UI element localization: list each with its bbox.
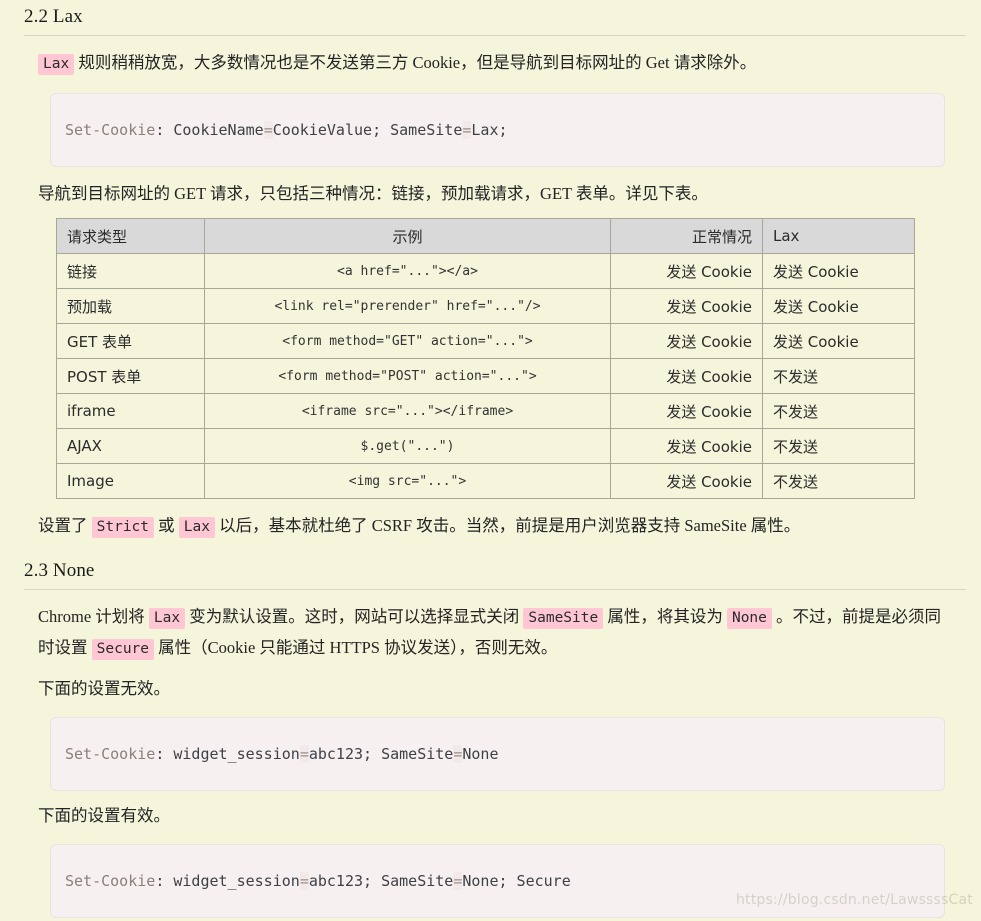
cell-request-type: 链接 — [56, 253, 205, 289]
cell-lax: 不发送 — [762, 428, 915, 464]
valid-setting-label: 下面的设置有效。 — [38, 806, 170, 825]
inline-code-lax: Lax — [38, 54, 75, 75]
code-token-value: CookieValue — [272, 121, 373, 139]
code-token-name: : widget_session — [155, 872, 300, 890]
none-text-mid2: 属性，将其设为 — [603, 607, 727, 626]
cell-normal: 发送 Cookie — [610, 463, 763, 499]
document-page: 2.2 Lax Lax 规则稍稍放宽，大多数情况也是不发送第三方 Cookie，… — [0, 0, 981, 921]
invalid-setting-label: 下面的设置无效。 — [38, 679, 170, 698]
none-text-post: 属性（Cookie 只能通过 HTTPS 协议发送），否则无效。 — [154, 638, 558, 657]
inline-code-secure: Secure — [91, 639, 155, 660]
table-row: 链接 <a href="..."></a> 发送 Cookie 发送 Cooki… — [56, 253, 915, 289]
none-text-mid1: 变为默认设置。这时，网站可以选择显式关闭 — [185, 607, 524, 626]
table-row: AJAX $.get("...") 发送 Cookie 不发送 — [56, 428, 915, 464]
cell-example: <iframe src="..."></iframe> — [204, 393, 611, 429]
cell-request-type: iframe — [56, 393, 205, 429]
cell-normal: 发送 Cookie — [610, 288, 763, 324]
table-row: 预加载 <link rel="prerender" href="..."/> 发… — [56, 288, 915, 324]
code-token-samesite: ; SameSite — [363, 745, 454, 763]
closing-text-pre: 设置了 — [38, 516, 92, 535]
code-token-samesite-value: Lax; — [471, 121, 508, 139]
inline-code-samesite: SameSite — [523, 608, 604, 629]
lax-intro-text: 规则稍稍放宽，大多数情况也是不发送第三方 Cookie，但是导航到目标网址的 G… — [74, 53, 757, 72]
code-token-name: : CookieName — [155, 121, 264, 139]
cell-example: <a href="..."></a> — [204, 253, 611, 289]
code-token-samesite: ; SameSite — [372, 121, 463, 139]
table-header-row: 请求类型 示例 正常情况 Lax — [56, 218, 915, 254]
column-header-lax: Lax — [762, 218, 915, 254]
none-text-pre: Chrome 计划将 — [38, 607, 149, 626]
table-row: POST 表单 <form method="POST" action="..."… — [56, 358, 915, 394]
inline-code-strict: Strict — [91, 517, 155, 538]
code-block-invalid-setting-content: Set-Cookie: widget_session=abc123; SameS… — [51, 744, 944, 764]
cell-lax: 发送 Cookie — [762, 288, 915, 324]
cell-example: <form method="GET" action="..."> — [204, 323, 611, 359]
lax-intro-paragraph: Lax 规则稍稍放宽，大多数情况也是不发送第三方 Cookie，但是导航到目标网… — [0, 36, 981, 79]
code-token-header: Set-Cookie — [65, 745, 156, 763]
page-title-none: 2.3 None — [24, 560, 95, 581]
cell-normal: 发送 Cookie — [610, 253, 763, 289]
code-block-invalid-setting: Set-Cookie: widget_session=abc123; SameS… — [50, 717, 945, 791]
inline-code-lax-2: Lax — [178, 517, 215, 538]
cell-example: <img src="..."> — [204, 463, 611, 499]
lax-closing-paragraph: 设置了 Strict 或 Lax 以后，基本就杜绝了 CSRF 攻击。当然，前提… — [0, 499, 981, 542]
table-body: 链接 <a href="..."></a> 发送 Cookie 发送 Cooki… — [56, 253, 915, 499]
code-token-eq1: = — [263, 121, 273, 139]
code-token-eq1: = — [299, 872, 309, 890]
cell-lax: 发送 Cookie — [762, 323, 915, 359]
inline-code-lax-3: Lax — [148, 608, 186, 629]
cell-request-type: POST 表单 — [56, 358, 205, 394]
cell-lax: 不发送 — [762, 393, 915, 429]
table-row: Image <img src="..."> 发送 Cookie 不发送 — [56, 463, 915, 499]
cell-normal: 发送 Cookie — [610, 323, 763, 359]
cell-normal: 发送 Cookie — [610, 393, 763, 429]
code-token-eq1: = — [299, 745, 309, 763]
code-block-setcookie-lax: Set-Cookie: CookieName=CookieValue; Same… — [50, 93, 945, 167]
code-token-value: abc123 — [308, 872, 364, 890]
closing-text-post: 以后，基本就杜绝了 CSRF 攻击。当然，前提是用户浏览器支持 SameSite… — [214, 516, 801, 535]
code-block-valid-setting: Set-Cookie: widget_session=abc123; SameS… — [50, 844, 945, 918]
code-block-setcookie-lax-content: Set-Cookie: CookieName=CookieValue; Same… — [51, 120, 944, 140]
inline-code-none: None — [726, 608, 772, 629]
code-token-header: Set-Cookie — [65, 872, 156, 890]
cell-normal: 发送 Cookie — [610, 428, 763, 464]
code-token-samesite-value: None; Secure — [462, 872, 571, 890]
code-token-samesite-value: None — [462, 745, 499, 763]
cell-normal: 发送 Cookie — [610, 358, 763, 394]
code-token-samesite: ; SameSite — [363, 872, 454, 890]
cell-example: <form method="POST" action="..."> — [204, 358, 611, 394]
samesite-request-table: 请求类型 示例 正常情况 Lax 链接 <a href="..."></a> 发… — [56, 218, 915, 499]
cell-example: <link rel="prerender" href="..."/> — [204, 288, 611, 324]
cell-request-type: AJAX — [56, 428, 205, 464]
code-token-name: : widget_session — [155, 745, 300, 763]
code-token-header: Set-Cookie — [65, 121, 156, 139]
column-header-normal: 正常情况 — [610, 218, 763, 254]
none-intro-paragraph: Chrome 计划将 Lax 变为默认设置。这时，网站可以选择显式关闭 Same… — [0, 590, 981, 664]
cell-lax: 发送 Cookie — [762, 253, 915, 289]
code-token-value: abc123 — [308, 745, 364, 763]
column-header-example: 示例 — [204, 218, 611, 254]
column-header-request-type: 请求类型 — [56, 218, 205, 254]
cell-lax: 不发送 — [762, 463, 915, 499]
cell-example: $.get("...") — [204, 428, 611, 464]
closing-text-mid: 或 — [154, 516, 179, 535]
table-row: GET 表单 <form method="GET" action="..."> … — [56, 323, 915, 359]
page-title-lax: 2.2 Lax — [24, 6, 83, 27]
cell-request-type: 预加载 — [56, 288, 205, 324]
cell-lax: 不发送 — [762, 358, 915, 394]
cell-request-type: Image — [56, 463, 205, 499]
table-intro-paragraph: 导航到目标网址的 GET 请求，只包括三种情况：链接，预加载请求，GET 表单。… — [38, 184, 708, 203]
code-block-valid-setting-content: Set-Cookie: widget_session=abc123; SameS… — [51, 871, 944, 891]
table-row: iframe <iframe src="..."></iframe> 发送 Co… — [56, 393, 915, 429]
cell-request-type: GET 表单 — [56, 323, 205, 359]
